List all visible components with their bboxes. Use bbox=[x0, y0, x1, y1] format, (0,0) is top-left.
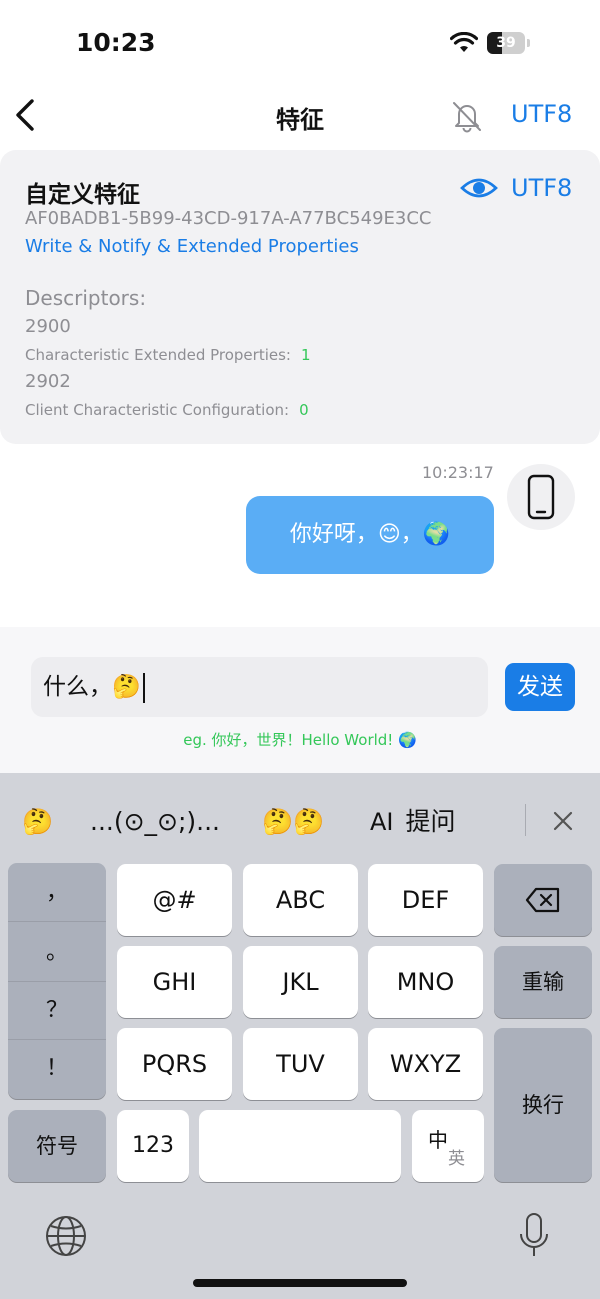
descriptor-value: 1 bbox=[300, 346, 311, 364]
symbols-key[interactable]: 符号 bbox=[8, 1110, 106, 1182]
descriptor-uuid: 2902 bbox=[25, 371, 71, 392]
characteristic-uuid: AF0BADB1-5B99-43CD-917A-A77BC549E3CC bbox=[25, 208, 432, 229]
ai-ask-candidate[interactable]: AI 提问 bbox=[370, 802, 455, 842]
key-abc[interactable]: ABC bbox=[243, 864, 358, 936]
input-hint: eg. 你好，世界！Hello World! 🌍 bbox=[183, 731, 417, 749]
descriptor-uuid: 2900 bbox=[25, 316, 71, 337]
status-time: 10:23 bbox=[76, 28, 156, 57]
candidate-item[interactable]: 🤔 bbox=[22, 802, 53, 842]
characteristic-properties: Write & Notify & Extended Properties bbox=[25, 236, 359, 257]
candidate-divider bbox=[525, 804, 526, 836]
backspace-key[interactable] bbox=[494, 864, 592, 936]
descriptor-item: Client Characteristic Configuration: 0 bbox=[25, 401, 309, 419]
candidate-label: 提问 bbox=[405, 807, 456, 836]
bell-slash-icon[interactable] bbox=[450, 99, 484, 133]
candidate-item[interactable]: ...(⊙_⊙;)... bbox=[90, 802, 220, 842]
descriptor-value: 0 bbox=[299, 401, 309, 419]
microphone-icon[interactable] bbox=[516, 1212, 552, 1260]
battery-indicator: 39 bbox=[487, 32, 531, 54]
key-tuv[interactable]: TUV bbox=[243, 1028, 358, 1100]
text-caret bbox=[142, 672, 145, 703]
eye-icon[interactable] bbox=[460, 174, 498, 202]
key-jkl[interactable]: JKL bbox=[243, 946, 358, 1018]
wifi-icon bbox=[450, 32, 478, 52]
home-indicator bbox=[193, 1279, 407, 1287]
key-pqrs[interactable]: PQRS bbox=[117, 1028, 232, 1100]
phone-icon bbox=[527, 474, 555, 520]
numbers-key[interactable]: 123 bbox=[117, 1110, 189, 1182]
lang-en-label: 英 bbox=[448, 1149, 465, 1169]
battery-level: 39 bbox=[496, 35, 516, 51]
send-button[interactable]: 发送 bbox=[505, 663, 575, 711]
ai-sparkle-icon: AI bbox=[370, 808, 394, 836]
sent-message-bubble[interactable]: 你好呀，😊，🌍 bbox=[246, 496, 494, 574]
punctuation-key[interactable]: ， bbox=[8, 875, 106, 911]
candidate-item[interactable]: 🤔🤔 bbox=[262, 802, 324, 842]
backspace-icon bbox=[525, 887, 560, 913]
punctuation-key[interactable]: 。 bbox=[8, 935, 106, 971]
reinput-key[interactable]: 重输 bbox=[494, 946, 592, 1018]
key-at-hash[interactable]: @# bbox=[117, 864, 232, 936]
punctuation-key[interactable]: ！ bbox=[8, 1051, 106, 1087]
lang-zh-label: 中 bbox=[428, 1128, 448, 1152]
characteristic-name: 自定义特征 bbox=[25, 182, 140, 208]
device-avatar bbox=[507, 464, 575, 530]
key-def[interactable]: DEF bbox=[368, 864, 483, 936]
key-mno[interactable]: MNO bbox=[368, 946, 483, 1018]
descriptors-title: Descriptors: bbox=[25, 286, 147, 310]
descriptor-item: Characteristic Extended Properties: 1 bbox=[25, 346, 311, 364]
message-input-text: 什么，🤔 bbox=[43, 674, 141, 700]
message-timestamp: 10:23:17 bbox=[422, 463, 494, 482]
close-icon[interactable] bbox=[550, 808, 576, 834]
message-input[interactable]: 什么，🤔 bbox=[31, 657, 488, 717]
descriptor-name: Client Characteristic Configuration: bbox=[25, 401, 290, 419]
descriptor-name: Characteristic Extended Properties: bbox=[25, 346, 291, 364]
key-wxyz[interactable]: WXYZ bbox=[368, 1028, 483, 1100]
globe-icon[interactable] bbox=[44, 1214, 88, 1258]
card-encoding-toggle[interactable]: UTF8 bbox=[511, 174, 572, 202]
space-key[interactable] bbox=[199, 1110, 401, 1182]
encoding-toggle[interactable]: UTF8 bbox=[511, 100, 572, 128]
page-title: 特征 bbox=[276, 106, 324, 134]
punctuation-column[interactable]: ， 。 ？ ！ bbox=[8, 863, 106, 1099]
punctuation-key[interactable]: ？ bbox=[8, 993, 106, 1029]
key-ghi[interactable]: GHI bbox=[117, 946, 232, 1018]
language-switch-key[interactable]: 中 英 bbox=[412, 1110, 484, 1182]
newline-key[interactable]: 换行 bbox=[494, 1028, 592, 1182]
